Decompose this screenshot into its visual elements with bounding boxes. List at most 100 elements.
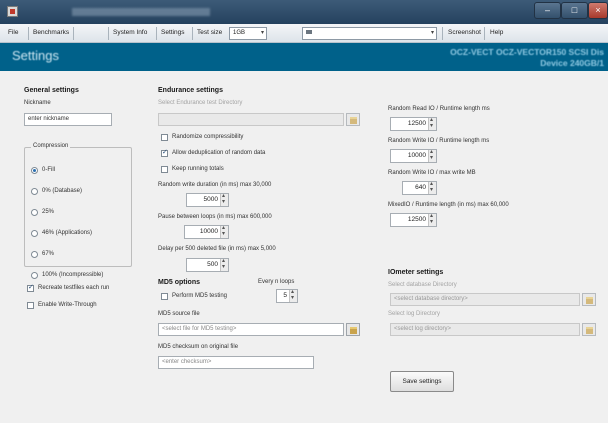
spinner-arrows-icon[interactable]: [220, 192, 228, 206]
pause-between-loops-label: Pause between loops (in ms) max 600,000: [158, 214, 272, 220]
write-through-label: Enable Write-Through: [38, 302, 97, 308]
menu-help[interactable]: Help: [490, 29, 503, 36]
pause-between-loops-value: 10000: [199, 228, 218, 235]
nickname-input[interactable]: enter nickname: [24, 113, 112, 126]
menu-settings[interactable]: Settings: [161, 29, 185, 36]
compression-title: Compression: [31, 143, 71, 149]
compression-group: Compression: [24, 143, 132, 267]
endurance-settings-title: Endurance settings: [158, 87, 223, 94]
random-write-max-value: 640: [415, 184, 426, 191]
md5-checksum-label: MD5 checksum on original file: [158, 344, 239, 350]
menu-separator: [108, 27, 109, 40]
db-dir-input[interactable]: <select database directory>: [390, 293, 580, 306]
menu-benchmarks[interactable]: Benchmarks: [33, 29, 69, 36]
every-n-loops-spinner[interactable]: 5: [276, 288, 298, 303]
compression-radio-25[interactable]: [31, 209, 38, 216]
menu-file[interactable]: File: [8, 29, 18, 36]
compression-option-label: 67%: [42, 251, 55, 257]
drive-icon: [306, 30, 312, 35]
menu-screenshot[interactable]: Screenshot: [448, 29, 481, 36]
drive-select[interactable]: ▾: [302, 27, 437, 40]
endurance-dir-label: Select Endurance test Directory: [158, 100, 243, 106]
spinner-arrows-icon[interactable]: [220, 257, 228, 271]
compression-option-label: 0-Fill: [42, 167, 55, 173]
compression-radio-0-fill[interactable]: [31, 167, 38, 174]
close-button[interactable]: ×: [588, 2, 608, 19]
menu-separator: [192, 27, 193, 40]
compression-radio-database[interactable]: [31, 188, 38, 195]
spinner-arrows-icon[interactable]: [220, 224, 228, 238]
save-settings-button[interactable]: Save settings: [390, 371, 454, 392]
allow-dedup-label: Allow deduplication of random data: [172, 150, 266, 156]
watermark-logo: [470, 372, 602, 398]
chevron-down-icon: ▾: [430, 30, 434, 36]
settings-header: Settings OCZ-VECT OCZ-VECTOR150 SCSI Dis…: [0, 43, 608, 71]
folder-icon[interactable]: [582, 293, 596, 306]
log-dir-label: Select log Directory: [388, 311, 441, 317]
allow-dedup-checkbox[interactable]: [161, 148, 168, 157]
general-settings-title: General settings: [24, 87, 79, 94]
perform-md5-checkbox[interactable]: [161, 293, 168, 300]
folder-icon[interactable]: [346, 323, 360, 336]
folder-icon[interactable]: [346, 113, 360, 126]
every-n-loops-value: 5: [283, 292, 287, 299]
randomize-compressibility-checkbox[interactable]: [161, 134, 168, 141]
minimize-button[interactable]: –: [534, 2, 561, 19]
spinner-arrows-icon[interactable]: [428, 116, 436, 130]
spinner-arrows-icon[interactable]: [428, 212, 436, 226]
random-read-spinner[interactable]: 12500: [390, 116, 437, 131]
md5-checksum-input[interactable]: <enter checksum>: [158, 356, 314, 369]
delay-per-file-value: 500: [207, 261, 218, 268]
every-n-loops-label: Every n loops: [258, 279, 295, 285]
delay-per-file-spinner[interactable]: 500: [186, 257, 229, 272]
compression-option-label: 100% (Incompressible): [42, 272, 104, 278]
device-name: OCZ-VECT OCZ-VECTOR150 SCSI Dis: [450, 47, 604, 57]
recreate-testfiles-checkbox[interactable]: [27, 283, 34, 292]
random-write-max-label: Random Write IO / max write MB: [388, 170, 476, 176]
mixed-io-spinner[interactable]: 12500: [390, 212, 437, 227]
menu-system-info[interactable]: System Info: [113, 29, 147, 36]
spinner-arrows-icon[interactable]: [428, 180, 436, 194]
compression-radio-incompressible[interactable]: [31, 272, 38, 279]
menu-separator: [73, 27, 74, 40]
log-dir-input[interactable]: <select log directory>: [390, 323, 580, 336]
maximize-button[interactable]: □: [561, 2, 588, 19]
recreate-testfiles-label: Recreate testfiles each run: [38, 285, 110, 291]
db-dir-label: Select database Directory: [388, 282, 457, 288]
random-write-spinner[interactable]: 10000: [390, 148, 437, 163]
menu-separator: [484, 27, 485, 40]
menu-separator: [28, 27, 29, 40]
keep-totals-label: Keep running totals: [172, 166, 224, 172]
spinner-arrows-icon[interactable]: [289, 288, 297, 302]
md5-source-label: MD5 source file: [158, 311, 200, 317]
randomize-compressibility-label: Randomize compressibility: [172, 134, 244, 140]
test-size-label: Test size: [197, 29, 223, 36]
random-write-max-spinner[interactable]: 640: [402, 180, 437, 195]
compression-option-label: 0% (Database): [42, 188, 83, 194]
page-title: Settings: [12, 48, 59, 63]
compression-radio-67[interactable]: [31, 251, 38, 258]
menu-separator: [156, 27, 157, 40]
pause-between-loops-spinner[interactable]: 10000: [184, 224, 229, 239]
nickname-label: Nickname: [24, 100, 51, 106]
random-read-label: Random Read IO / Runtime length ms: [388, 106, 490, 112]
md5-source-input[interactable]: <select file for MD5 testing>: [158, 323, 344, 336]
folder-icon[interactable]: [582, 323, 596, 336]
app-icon: [7, 6, 18, 17]
test-size-select[interactable]: 1GB ▾: [229, 27, 267, 40]
mixed-io-label: MixedIO / Runtime length (in ms) max 60,…: [388, 202, 509, 208]
write-through-checkbox[interactable]: [27, 302, 34, 309]
perform-md5-label: Perform MD5 testing: [172, 293, 228, 299]
spinner-arrows-icon[interactable]: [428, 148, 436, 162]
compression-option-label: 25%: [42, 209, 55, 215]
compression-option-label: 46% (Applications): [42, 230, 93, 236]
menu-bar: File Benchmarks System Info Settings Tes…: [0, 24, 608, 43]
endurance-dir-input[interactable]: [158, 113, 344, 126]
test-size-value: 1GB: [233, 30, 246, 36]
keep-totals-checkbox[interactable]: [161, 166, 168, 173]
random-write-label: Random Write IO / Runtime length ms: [388, 138, 490, 144]
random-write-duration-spinner[interactable]: 5000: [186, 192, 229, 207]
compression-radio-applications[interactable]: [31, 230, 38, 237]
iometer-settings-title: IOmeter settings: [388, 269, 444, 276]
settings-panel: General settings Nickname enter nickname…: [0, 71, 608, 423]
